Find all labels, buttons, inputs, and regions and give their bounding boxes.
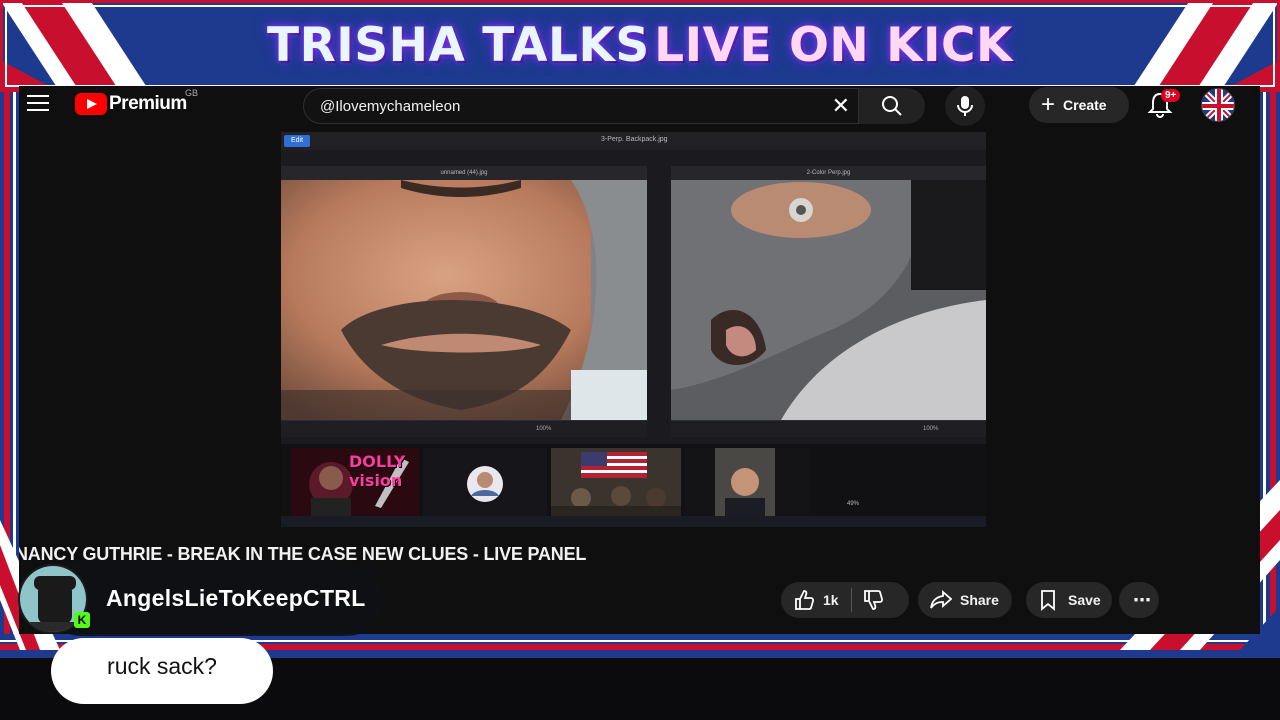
microphone-icon xyxy=(957,96,973,116)
save-button[interactable]: Save xyxy=(1026,582,1112,618)
save-label: Save xyxy=(1068,592,1101,608)
right-file-name: 2-Color Perp.jpg xyxy=(671,166,986,180)
participants-strip: DOLLY vision 49% xyxy=(281,444,986,527)
guest-avatar-thumb xyxy=(423,448,547,520)
plus-icon: + xyxy=(1041,91,1056,118)
chat-username: AngelsLieToKeepCTRL xyxy=(106,585,366,611)
more-actions-button[interactable]: ⋯ xyxy=(1119,582,1159,618)
chat-message-bubble: ruck sack? xyxy=(51,638,273,704)
dolly-vision-label: DOLLY vision xyxy=(349,452,406,490)
share-button[interactable]: Share xyxy=(918,582,1012,618)
youtube-window: Premium GB @Ilovemychameleon ✕ + Create … xyxy=(19,86,1260,634)
photo-viewer-toolbar: Edit 3-Perp. Backpack.jpg xyxy=(281,132,986,150)
banner-title-part1: TRISHA TALKS xyxy=(267,18,650,73)
more-icon: ⋯ xyxy=(1133,589,1151,610)
share-icon xyxy=(930,590,952,609)
youtube-header: Premium GB @Ilovemychameleon ✕ + Create … xyxy=(19,86,1260,126)
banner-title: TRISHA TALKS LIVE ON KICK xyxy=(0,6,1280,86)
kick-badge-icon: K xyxy=(74,612,90,628)
create-button[interactable]: + Create xyxy=(1029,87,1129,123)
dislike-icon[interactable] xyxy=(862,589,884,611)
region-code: GB xyxy=(185,88,199,98)
masked-suspect-photo xyxy=(671,180,986,420)
chat-user-card: K AngelsLieToKeepCTRL xyxy=(14,562,384,636)
search-value: @Ilovemychameleon xyxy=(320,98,461,115)
logo-text: Premium xyxy=(109,93,187,114)
voice-search-button[interactable] xyxy=(945,86,985,126)
account-avatar[interactable] xyxy=(1201,88,1235,122)
left-zoom: 100% xyxy=(536,426,552,432)
search-icon xyxy=(882,96,902,116)
edit-button[interactable]: Edit xyxy=(284,135,310,147)
share-label: Share xyxy=(960,592,999,608)
search-input[interactable]: @Ilovemychameleon ✕ xyxy=(303,88,859,124)
windows-taskbar xyxy=(281,516,986,527)
left-photo-pane: unnamed (44).jpg xyxy=(281,166,647,421)
banner-title-part2: LIVE ON KICK xyxy=(654,18,1013,73)
small-zoom: 49% xyxy=(847,501,860,507)
youtube-play-icon xyxy=(75,93,107,115)
search-button[interactable] xyxy=(859,88,925,124)
clear-search-icon[interactable]: ✕ xyxy=(832,94,850,118)
right-zoom: 100% xyxy=(923,426,939,432)
like-icon[interactable] xyxy=(793,589,815,611)
notification-count-badge: 9+ xyxy=(1161,89,1181,102)
chat-message-text: ruck sack? xyxy=(107,653,217,679)
mugshot-photo xyxy=(281,180,647,420)
create-label: Create xyxy=(1063,97,1107,113)
like-count[interactable]: 1k xyxy=(823,592,839,608)
right-pane-status: 100% xyxy=(671,421,986,437)
like-divider xyxy=(850,588,852,612)
left-pane-status: 100% xyxy=(281,421,647,437)
like-dislike-group: 1k xyxy=(781,582,909,618)
studio-panel-thumb xyxy=(551,448,681,520)
left-file-name: unnamed (44).jpg xyxy=(281,166,647,180)
main-file-name: 3-Perp. Backpack.jpg xyxy=(601,136,668,143)
dolly-vision-thumb: DOLLY vision xyxy=(291,448,419,520)
bookmark-icon xyxy=(1041,590,1055,611)
right-photo-pane: 2-Color Perp.jpg xyxy=(671,166,986,421)
menu-icon[interactable] xyxy=(27,95,49,113)
guest-webcam-thumb xyxy=(685,448,809,520)
stream-overlay: TRISHA TALKS LIVE ON KICK Premium GB @Il… xyxy=(0,0,1280,720)
youtube-premium-logo[interactable]: Premium GB xyxy=(75,88,198,116)
video-player[interactable]: Edit 3-Perp. Backpack.jpg unnamed (44).j… xyxy=(281,132,986,527)
